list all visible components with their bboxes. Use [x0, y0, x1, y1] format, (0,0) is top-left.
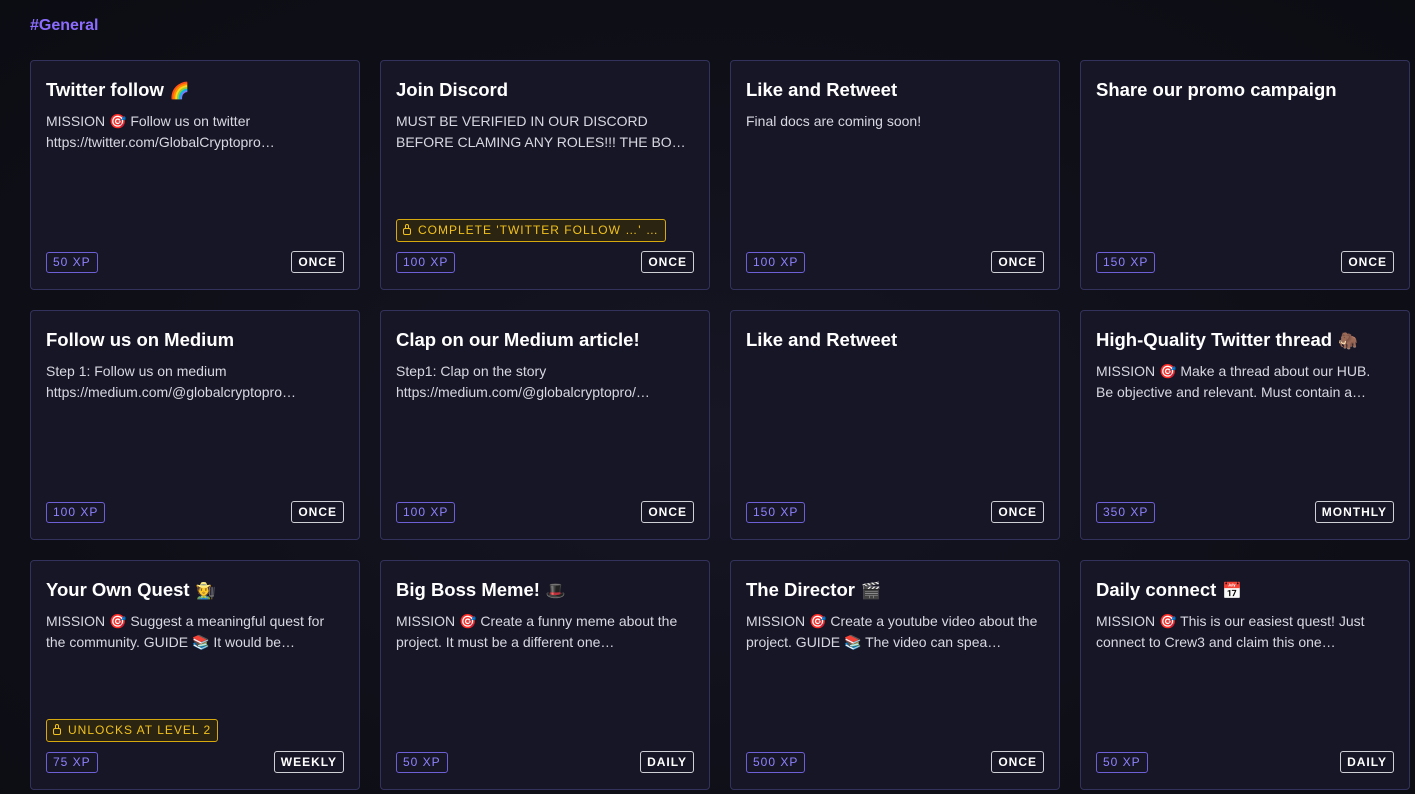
xp-badge: 100 XP: [396, 502, 456, 523]
xp-badge: 100 XP: [46, 502, 106, 523]
quest-title: Big Boss Meme! 🎩: [396, 579, 566, 600]
xp-badge: 500 XP: [746, 752, 806, 773]
quest-card[interactable]: Big Boss Meme! 🎩 MISSION 🎯 Create a funny…: [380, 560, 710, 790]
frequency-badge: ONCE: [641, 251, 694, 273]
quest-grid: Twitter follow 🌈 MISSION 🎯 Follow us on t…: [30, 60, 1410, 790]
quest-title: Like and Retweet: [746, 79, 898, 100]
frequency-badge: ONCE: [991, 751, 1044, 773]
quest-description: MUST BE VERIFIED IN OUR DISCORD BEFORE C…: [396, 113, 680, 150]
quest-description: MISSION 🎯 This is our easiest quest! Jus…: [1096, 613, 1365, 650]
quest-card[interactable]: The Director 🎬 MISSION 🎯 Create a youtube…: [730, 560, 1060, 790]
quest-description: MISSION 🎯 Make a thread about our HUB. B…: [1096, 363, 1371, 400]
quest-title: Like and Retweet: [746, 329, 898, 350]
frequency-badge: DAILY: [1340, 751, 1394, 773]
quest-title: Share our promo campaign: [1096, 79, 1337, 100]
quest-title: Follow us on Medium: [46, 329, 235, 350]
quest-card[interactable]: Like and Retweet 150 XP ONCE: [730, 310, 1060, 540]
quest-title: Join Discord: [396, 79, 509, 100]
quest-description: Final docs are coming soon!: [746, 113, 922, 129]
quest-card[interactable]: Twitter follow 🌈 MISSION 🎯 Follow us on t…: [30, 60, 360, 290]
quest-description: MISSION 🎯 Create a youtube video about t…: [746, 613, 1038, 650]
quest-card[interactable]: High-Quality Twitter thread 🦣 MISSION 🎯 M…: [1080, 310, 1410, 540]
frequency-badge: ONCE: [641, 501, 694, 523]
xp-badge: 350 XP: [1096, 502, 1156, 523]
xp-badge: 50 XP: [1096, 752, 1148, 773]
xp-badge: 100 XP: [746, 252, 806, 273]
lock-condition-badge: UNLOCKS AT LEVEL 2: [46, 719, 219, 742]
quest-title: Clap on our Medium article!: [396, 329, 640, 350]
quest-description: Step1: Clap on the story https://medium.…: [396, 363, 650, 400]
frequency-badge: MONTHLY: [1314, 501, 1394, 523]
quest-card[interactable]: Your Own Quest 🧑‍🌾 MISSION 🎯 Suggest a me…: [30, 560, 360, 790]
calendar-icon: 📅: [1222, 583, 1243, 600]
lock-icon: [403, 224, 411, 235]
xp-badge: 75 XP: [46, 752, 98, 773]
quest-title: High-Quality Twitter thread 🦣: [1096, 329, 1358, 350]
xp-badge: 150 XP: [746, 502, 806, 523]
frequency-badge: ONCE: [1341, 251, 1394, 273]
xp-badge: 50 XP: [46, 252, 98, 273]
lock-icon: [53, 724, 61, 735]
quest-card[interactable]: Daily connect 📅 MISSION 🎯 This is our eas…: [1080, 560, 1410, 790]
quest-card[interactable]: Clap on our Medium article! Step1: Clap …: [380, 310, 710, 540]
quest-description: Step 1: Follow us on medium https://medi…: [46, 363, 296, 400]
quest-title: The Director 🎬: [746, 579, 881, 600]
lock-condition-badge: COMPLETE 'TWITTER FOLLOW …' …: [396, 219, 666, 242]
frequency-badge: ONCE: [991, 251, 1044, 273]
quest-title: Twitter follow 🌈: [46, 79, 190, 100]
frequency-badge: DAILY: [640, 751, 694, 773]
quest-card[interactable]: Follow us on Medium Step 1: Follow us on…: [30, 310, 360, 540]
mammoth-icon: 🦣: [1338, 333, 1358, 350]
frequency-badge: ONCE: [291, 251, 344, 273]
quest-card[interactable]: Like and Retweet Final docs are coming s…: [730, 60, 1060, 290]
quest-card[interactable]: Join Discord MUST BE VERIFIED IN OUR DIS…: [380, 60, 710, 290]
quest-description: MISSION 🎯 Suggest a meaningful quest for…: [46, 613, 325, 650]
frequency-badge: WEEKLY: [273, 751, 344, 773]
xp-badge: 150 XP: [1096, 252, 1156, 273]
xp-badge: 100 XP: [396, 252, 456, 273]
rainbow-icon: 🌈: [169, 83, 190, 100]
quest-title: Daily connect 📅: [1096, 579, 1243, 600]
section-title: #General: [30, 17, 99, 34]
quest-description: MISSION 🎯 Create a funny meme about the …: [396, 613, 678, 650]
quest-card[interactable]: Share our promo campaign 150 XP ONCE: [1080, 60, 1410, 290]
frequency-badge: ONCE: [291, 501, 344, 523]
farmer-icon: 🧑‍🌾: [195, 583, 216, 600]
xp-badge: 50 XP: [396, 752, 448, 773]
quest-title: Your Own Quest 🧑‍🌾: [46, 579, 216, 600]
clapperboard-icon: 🎬: [860, 583, 881, 600]
top-hat-icon: 🎩: [545, 583, 566, 600]
frequency-badge: ONCE: [991, 501, 1044, 523]
quest-description: MISSION 🎯 Follow us on twitter https://t…: [46, 113, 275, 150]
